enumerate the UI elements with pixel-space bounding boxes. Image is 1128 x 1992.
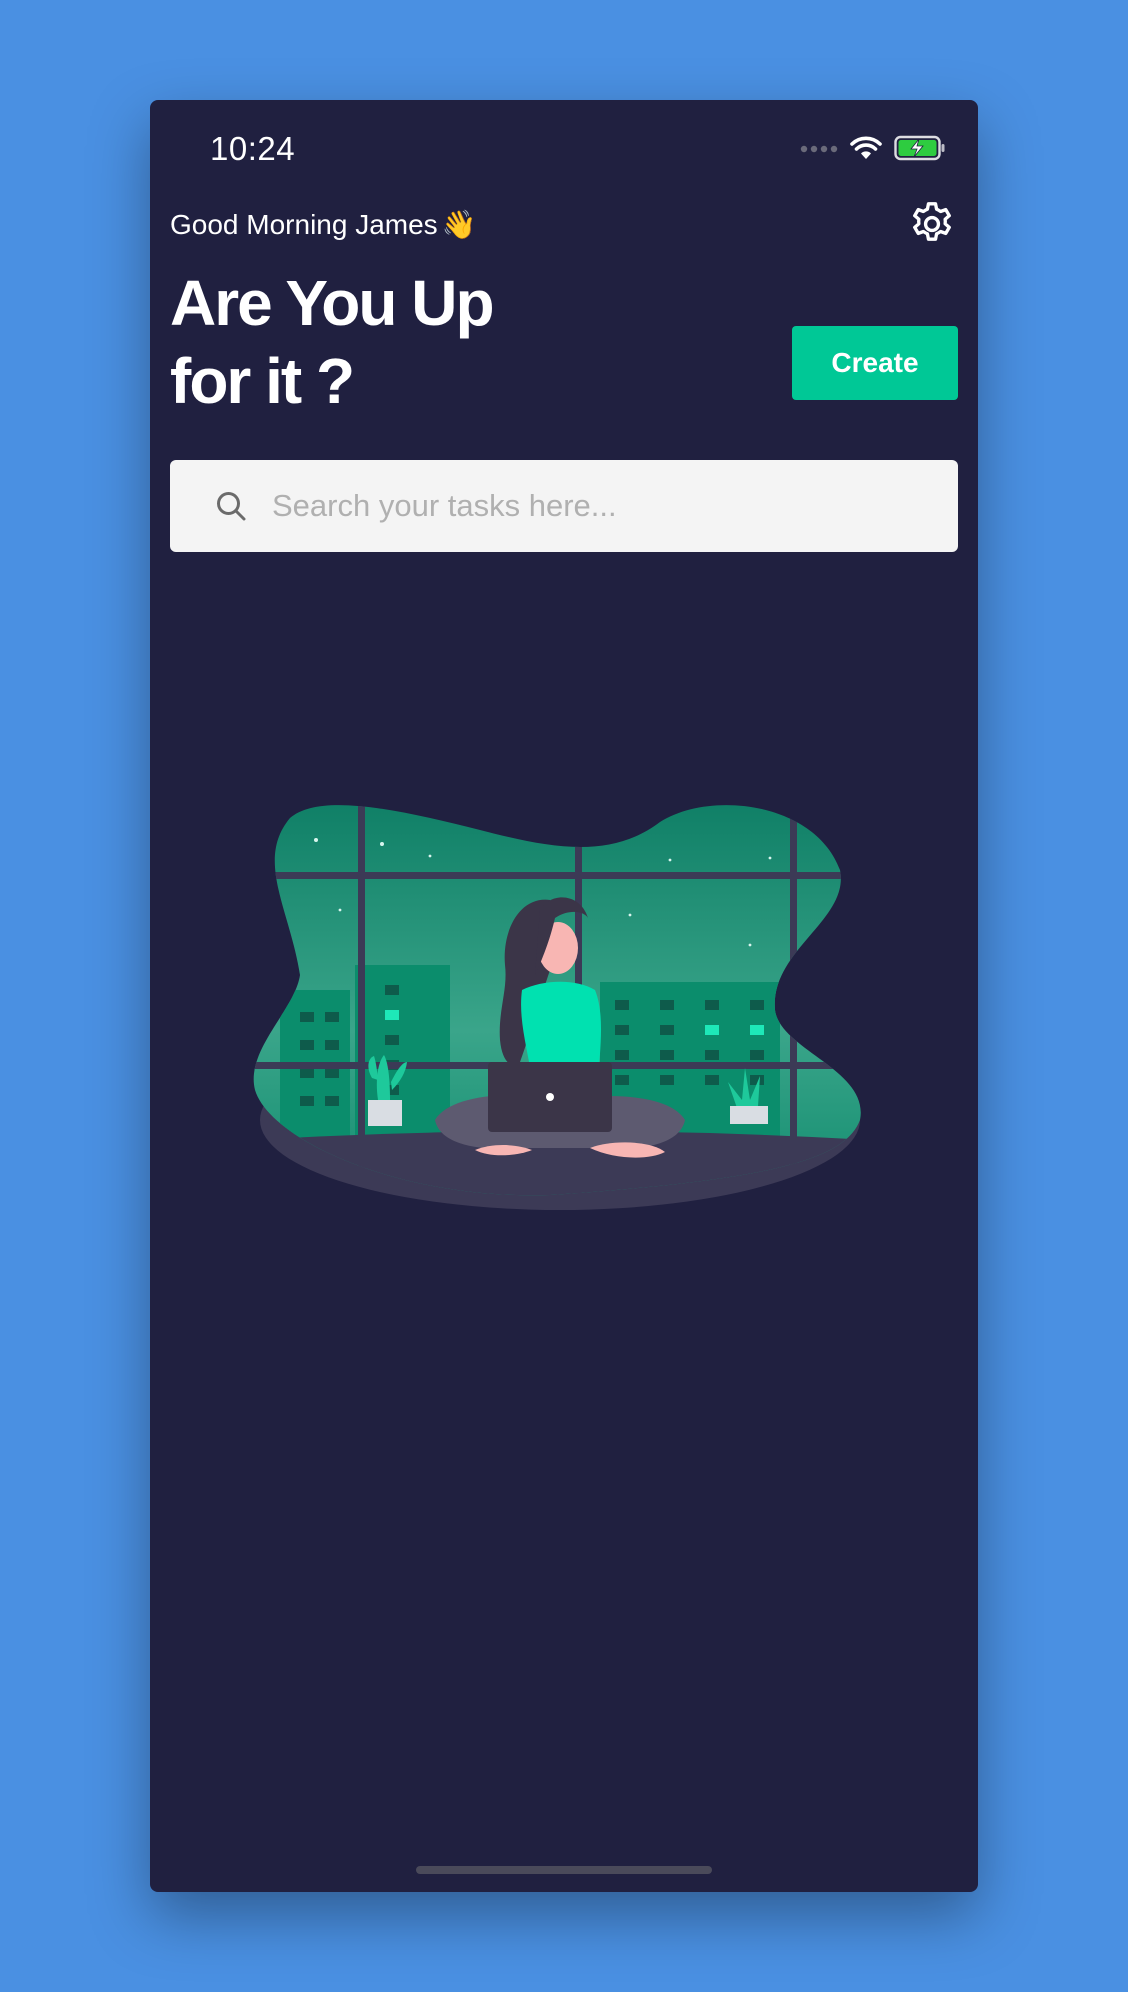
settings-button[interactable] — [906, 200, 958, 252]
search-bar[interactable] — [170, 460, 958, 552]
greeting: Good Morning James 👋 — [170, 208, 477, 241]
greeting-text: Good Morning James — [170, 208, 438, 240]
phone-screen: 10:24 Good Morning James 👋 Are You Up fo… — [150, 100, 978, 1892]
battery-charging-icon — [894, 135, 946, 166]
status-icons — [800, 135, 946, 165]
page-title: Are You Up for it ? — [170, 264, 630, 420]
create-button[interactable]: Create — [792, 326, 958, 400]
home-indicator — [416, 1866, 712, 1874]
empty-state-illustration — [250, 800, 870, 1220]
status-bar: 10:24 — [150, 100, 978, 200]
title-line-2: for it ? — [170, 345, 355, 417]
status-time: 10:24 — [210, 130, 296, 167]
wifi-icon — [850, 135, 882, 166]
search-icon — [214, 489, 248, 523]
search-input[interactable] — [270, 487, 914, 525]
wave-emoji: 👋 — [441, 209, 477, 240]
gear-icon — [907, 199, 957, 254]
title-line-1: Are You Up — [170, 267, 495, 339]
signal-dots-icon — [800, 141, 838, 159]
